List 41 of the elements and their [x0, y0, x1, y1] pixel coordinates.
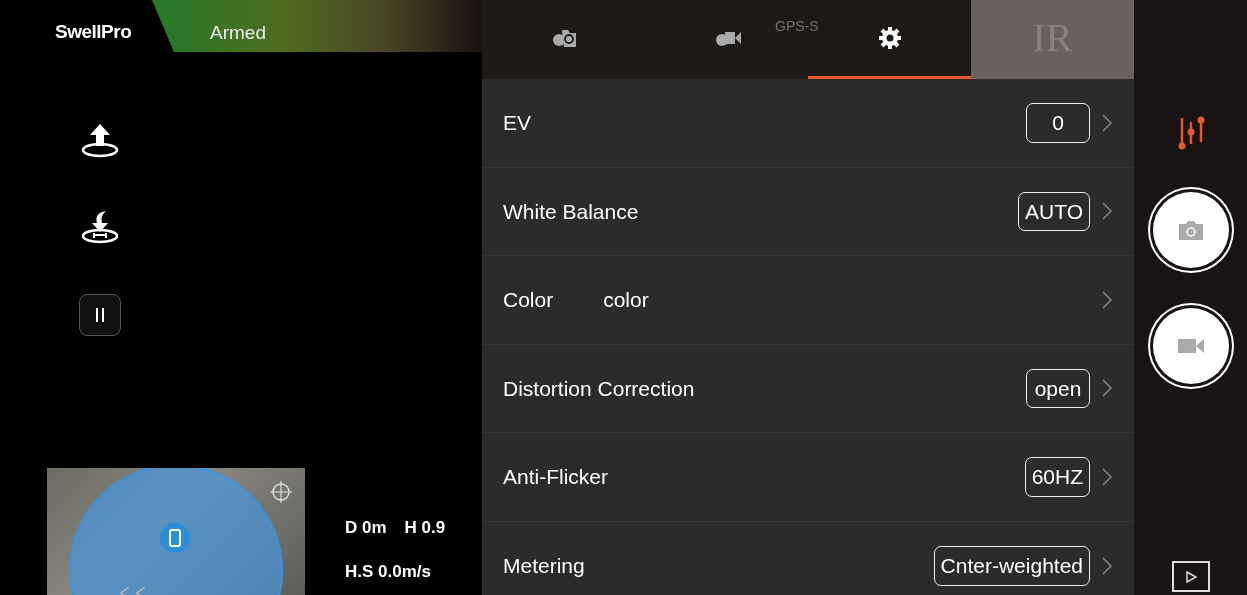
telemetry-reading: H 0.9 — [404, 517, 446, 539]
settings-row[interactable]: EV 0 — [482, 79, 1134, 168]
play-icon — [1184, 570, 1197, 583]
setting-value: 0 — [1026, 103, 1090, 143]
setting-value: open — [1026, 368, 1090, 408]
chevron-right-icon — [1102, 113, 1112, 132]
settings-row[interactable]: White Balance AUTO — [482, 167, 1134, 256]
settings-row[interactable]: Distortion Correction open — [482, 344, 1134, 433]
phone-location-icon — [160, 523, 190, 553]
gps-status: GPS-S — [775, 17, 819, 36]
logo: SwellPro — [54, 20, 133, 44]
playback-button[interactable] — [1171, 561, 1210, 592]
setting-value: 60HZ — [1024, 457, 1090, 497]
landing-icon — [80, 208, 120, 244]
chevron-right-icon — [1102, 290, 1112, 309]
telemetry-reading: D 0m — [345, 517, 387, 539]
setting-value: Cnter-weighted — [933, 546, 1090, 586]
settings-row[interactable]: Metering Cnter-weighted — [482, 521, 1134, 595]
chevron-right-icon — [1102, 202, 1112, 221]
flight-status-banner: Armed — [152, 0, 482, 52]
camera-icon — [1176, 219, 1205, 241]
takeoff-button[interactable] — [80, 122, 120, 158]
video-camera-icon — [1176, 336, 1205, 356]
return-home-button[interactable] — [80, 208, 120, 244]
chevron-right-icon — [1102, 467, 1112, 486]
chevron-right-icon — [1102, 379, 1112, 398]
pause-icon — [95, 308, 105, 322]
takeoff-icon — [80, 122, 120, 158]
chevron-right-icon — [1102, 556, 1112, 575]
setting-label: Anti-Flicker — [503, 464, 608, 490]
crosshair-icon — [270, 481, 292, 503]
pause-button[interactable] — [79, 294, 121, 336]
setting-value: AUTO — [1018, 191, 1090, 231]
setting-label: Metering — [503, 553, 585, 579]
setting-label: EV — [503, 110, 531, 136]
setting-label: Color — [503, 287, 554, 313]
setting-label: Distortion Correction — [503, 375, 695, 402]
setting-value: color — [603, 287, 649, 313]
settings-row[interactable]: Anti-Flicker 60HZ — [482, 433, 1134, 522]
telemetry-reading: H.S 0.0m/s — [345, 560, 431, 583]
setting-label: White Balance — [503, 198, 639, 225]
